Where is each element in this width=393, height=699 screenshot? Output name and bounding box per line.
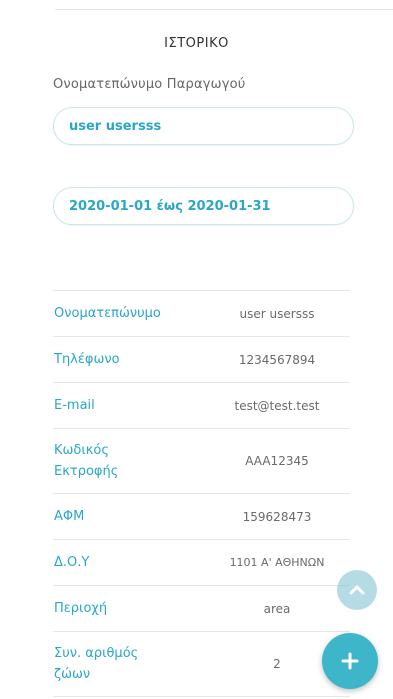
chevron-up-icon xyxy=(349,585,365,595)
detail-value: AAA12345 xyxy=(204,428,350,494)
table-row: ΑΦΜ 159628473 xyxy=(53,493,350,540)
detail-label: Συν. αριθμός ζώων xyxy=(53,631,204,697)
detail-value: area xyxy=(204,585,350,632)
top-divider xyxy=(55,9,393,10)
detail-label: Τηλέφωνο xyxy=(53,336,204,383)
detail-label: ΑΦΜ xyxy=(53,493,204,540)
plus-icon xyxy=(341,652,359,670)
producer-name-field[interactable]: user usersss xyxy=(53,107,354,145)
detail-value: user usersss xyxy=(204,290,350,337)
producer-details-table: Ονοματεπώνυμο user usersss Τηλέφωνο 1234… xyxy=(53,290,350,697)
table-row: Δ.Ο.Υ 1101 Α' ΑΘΗΝΩΝ xyxy=(53,539,350,586)
producer-name-value: user usersss xyxy=(69,118,162,134)
table-row: E-mail test@test.test xyxy=(53,382,350,429)
detail-value: 1101 Α' ΑΘΗΝΩΝ xyxy=(204,539,350,586)
detail-label: Περιοχή xyxy=(53,585,204,632)
detail-value: 1234567894 xyxy=(204,336,350,383)
table-row: Συν. αριθμός ζώων 2 xyxy=(53,631,350,697)
table-row: Περιοχή area xyxy=(53,585,350,632)
date-range-field[interactable]: 2020-01-01 έως 2020-01-31 xyxy=(53,187,354,225)
page-title: ΙΣΤΟΡΙΚΟ xyxy=(164,36,229,51)
detail-label: Ονοματεπώνυμο xyxy=(53,290,204,337)
table-row: Κωδικός Εκτροφής AAA12345 xyxy=(53,428,350,494)
detail-label: Κωδικός Εκτροφής xyxy=(53,428,204,494)
scroll-to-top-button[interactable] xyxy=(337,570,377,610)
detail-label: E-mail xyxy=(53,382,204,429)
date-range-value: 2020-01-01 έως 2020-01-31 xyxy=(69,198,271,214)
producer-name-label: Ονοματεπώνυμο Παραγωγού xyxy=(53,77,246,92)
detail-label: Δ.Ο.Υ xyxy=(53,539,204,586)
detail-value: 159628473 xyxy=(204,493,350,540)
table-row: Τηλέφωνο 1234567894 xyxy=(53,336,350,383)
detail-value: test@test.test xyxy=(204,382,350,429)
add-button[interactable] xyxy=(322,633,378,689)
table-row: Ονοματεπώνυμο user usersss xyxy=(53,290,350,337)
